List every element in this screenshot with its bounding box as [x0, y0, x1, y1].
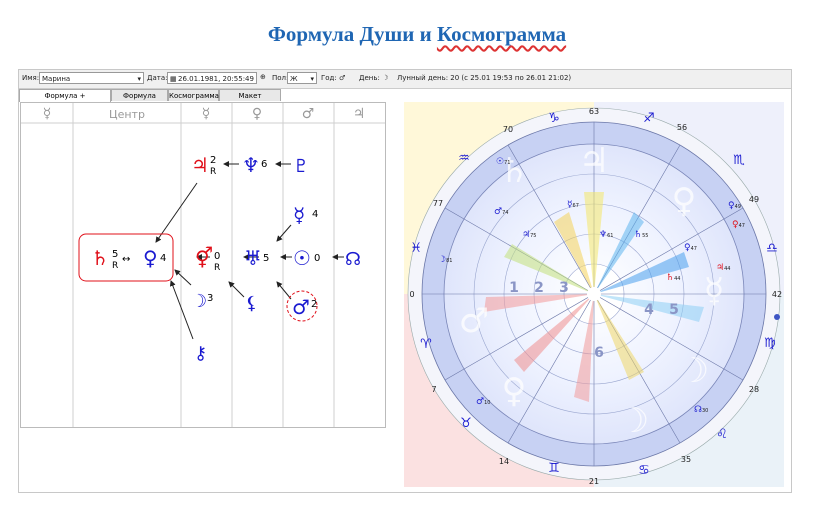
- svg-text:☿: ☿: [704, 271, 725, 311]
- degree-label-70: 70: [503, 125, 513, 134]
- house-number: 3: [559, 280, 569, 296]
- sign-aquarius-icon: ♒: [458, 151, 470, 166]
- svg-text:5: 5: [263, 253, 269, 264]
- name-label: Имя:: [22, 74, 40, 82]
- column-header-center: Центр: [109, 108, 145, 121]
- day-label: День: ☽: [359, 74, 389, 82]
- neptune-glyph[interactable]: ♆: [242, 153, 260, 177]
- degree-label-49: 49: [749, 195, 759, 204]
- degree-label-bottom: 21: [589, 477, 599, 486]
- sign-libra-icon: ♎: [766, 241, 778, 256]
- app-window: Имя: Марина ▾ Дата: ▦ 26.01.1981, 20:55:…: [18, 69, 792, 493]
- tab-page-layout[interactable]: Макет страницы: [219, 89, 281, 112]
- degree-label-14: 14: [499, 457, 509, 466]
- cosmogram-chart: 63 21 0 42 70 77 7 28 49 56 14 35 ♓ ♈ ♉ …: [404, 102, 784, 487]
- chiron-glyph[interactable]: ⚷: [194, 343, 207, 364]
- sign-scorpio-icon: ♏: [733, 153, 745, 168]
- column-header-mercury-2: ☿: [202, 106, 211, 122]
- house-number: 1: [509, 280, 519, 296]
- toolbar: Имя: Марина ▾ Дата: ▦ 26.01.1981, 20:55:…: [19, 70, 791, 89]
- tab-soul-formula[interactable]: Формула Души: [111, 89, 168, 112]
- sign-capricorn-icon: ♑: [548, 111, 560, 126]
- sign-leo-icon: ♌: [716, 427, 728, 442]
- year-label: Год: ♂: [321, 74, 346, 82]
- tab-formula-cosmogram[interactable]: Формула + Космограмма: [19, 89, 111, 112]
- sun-glyph[interactable]: ☉: [293, 246, 311, 270]
- svg-text:4: 4: [312, 209, 318, 220]
- sign-cancer-icon: ♋: [638, 463, 650, 478]
- lilith-glyph[interactable]: ⚸: [245, 293, 258, 314]
- svg-text:0: 0: [214, 251, 220, 262]
- double-arrow-icon: ↔: [122, 254, 130, 265]
- degree-label-28: 28: [749, 385, 759, 394]
- column-header-mercury: ☿: [43, 106, 52, 122]
- svg-text:3: 3: [207, 293, 213, 304]
- tab-cosmogram[interactable]: Космограмма: [168, 89, 219, 101]
- degree-label-top: 63: [589, 107, 599, 116]
- chart-center: [587, 287, 601, 301]
- column-header-jupiter: ♃: [353, 106, 366, 122]
- degree-label-7: 7: [431, 385, 436, 394]
- svg-text:4: 4: [160, 253, 166, 264]
- svg-text:0: 0: [314, 253, 320, 264]
- sign-sagittarius-icon: ♐: [643, 111, 655, 126]
- ascendant-marker: [774, 314, 780, 320]
- mars-glyph[interactable]: ♂: [292, 295, 310, 319]
- date-field[interactable]: ▦ 26.01.1981, 20:55:49: [167, 72, 257, 84]
- page-title: Формула Души и Космограмма: [267, 22, 567, 46]
- lunar-day-text: Лунный день: 20 (с 25.01 19:53 по 26.01 …: [397, 74, 572, 82]
- house-number: 5: [669, 302, 679, 318]
- svg-text:R: R: [214, 263, 220, 273]
- sign-aries-icon: ♈: [420, 337, 432, 352]
- sign-pisces-icon: ♓: [410, 241, 422, 256]
- node-glyph[interactable]: ☊: [345, 249, 361, 270]
- svg-text:R: R: [112, 261, 118, 271]
- svg-text:♀: ♀: [672, 181, 697, 221]
- degree-label-left: 0: [409, 290, 414, 299]
- svg-text:☽: ☽: [679, 351, 709, 391]
- soul-formula-panel: ☿ Центр ☿ ♀ ♂ ♃ ♄ 5 R ↔ ♀ 4 ♃ 2 R ♆ 6 ♇ …: [20, 102, 386, 428]
- degree-label-35: 35: [681, 455, 691, 464]
- house-number: 4: [644, 302, 654, 318]
- svg-text:R: R: [210, 167, 216, 177]
- jupiter-glyph[interactable]: ♃: [191, 153, 209, 177]
- svg-text:6: 6: [261, 159, 267, 170]
- svg-text:♃: ♃: [579, 141, 609, 181]
- globe-icon[interactable]: ⊕: [260, 73, 266, 81]
- name-select[interactable]: Марина ▾: [39, 72, 144, 84]
- uranus-glyph[interactable]: ♅: [244, 246, 262, 270]
- mercury-glyph[interactable]: ☿: [293, 203, 305, 227]
- venus-mars-glyph[interactable]: ⚥: [195, 246, 213, 270]
- calendar-icon: ▦: [170, 75, 177, 83]
- sign-virgo-icon: ♍: [764, 336, 776, 351]
- column-header-venus: ♀: [252, 106, 262, 122]
- date-label: Дата:: [147, 74, 168, 82]
- moon-glyph[interactable]: ☽: [191, 291, 207, 312]
- svg-text:♀: ♀: [502, 371, 527, 411]
- degree-label-56: 56: [677, 123, 687, 132]
- venus-glyph[interactable]: ♀: [143, 246, 158, 270]
- svg-text:2: 2: [311, 299, 317, 310]
- tab-bar: Формула + Космограмма Формула Души Космо…: [19, 89, 285, 112]
- gender-select[interactable]: Ж ▾: [287, 72, 317, 84]
- svg-text:2: 2: [210, 155, 216, 166]
- house-number: 6: [594, 345, 604, 361]
- sign-gemini-icon: ♊: [548, 461, 560, 476]
- chevron-down-icon: ▾: [137, 75, 141, 83]
- svg-text:5: 5: [112, 249, 118, 260]
- chevron-down-icon: ▾: [310, 75, 314, 83]
- pluto-glyph[interactable]: ♇: [293, 156, 309, 177]
- saturn-glyph[interactable]: ♄: [91, 246, 109, 270]
- degree-label-right: 42: [772, 290, 782, 299]
- svg-text:♂: ♂: [459, 301, 489, 341]
- house-number: 2: [534, 280, 544, 296]
- svg-text:☽: ☽: [619, 401, 649, 441]
- sign-taurus-icon: ♉: [460, 416, 472, 431]
- column-header-mars: ♂: [302, 106, 315, 122]
- gender-label: Пол:: [272, 74, 289, 82]
- degree-label-77: 77: [433, 199, 443, 208]
